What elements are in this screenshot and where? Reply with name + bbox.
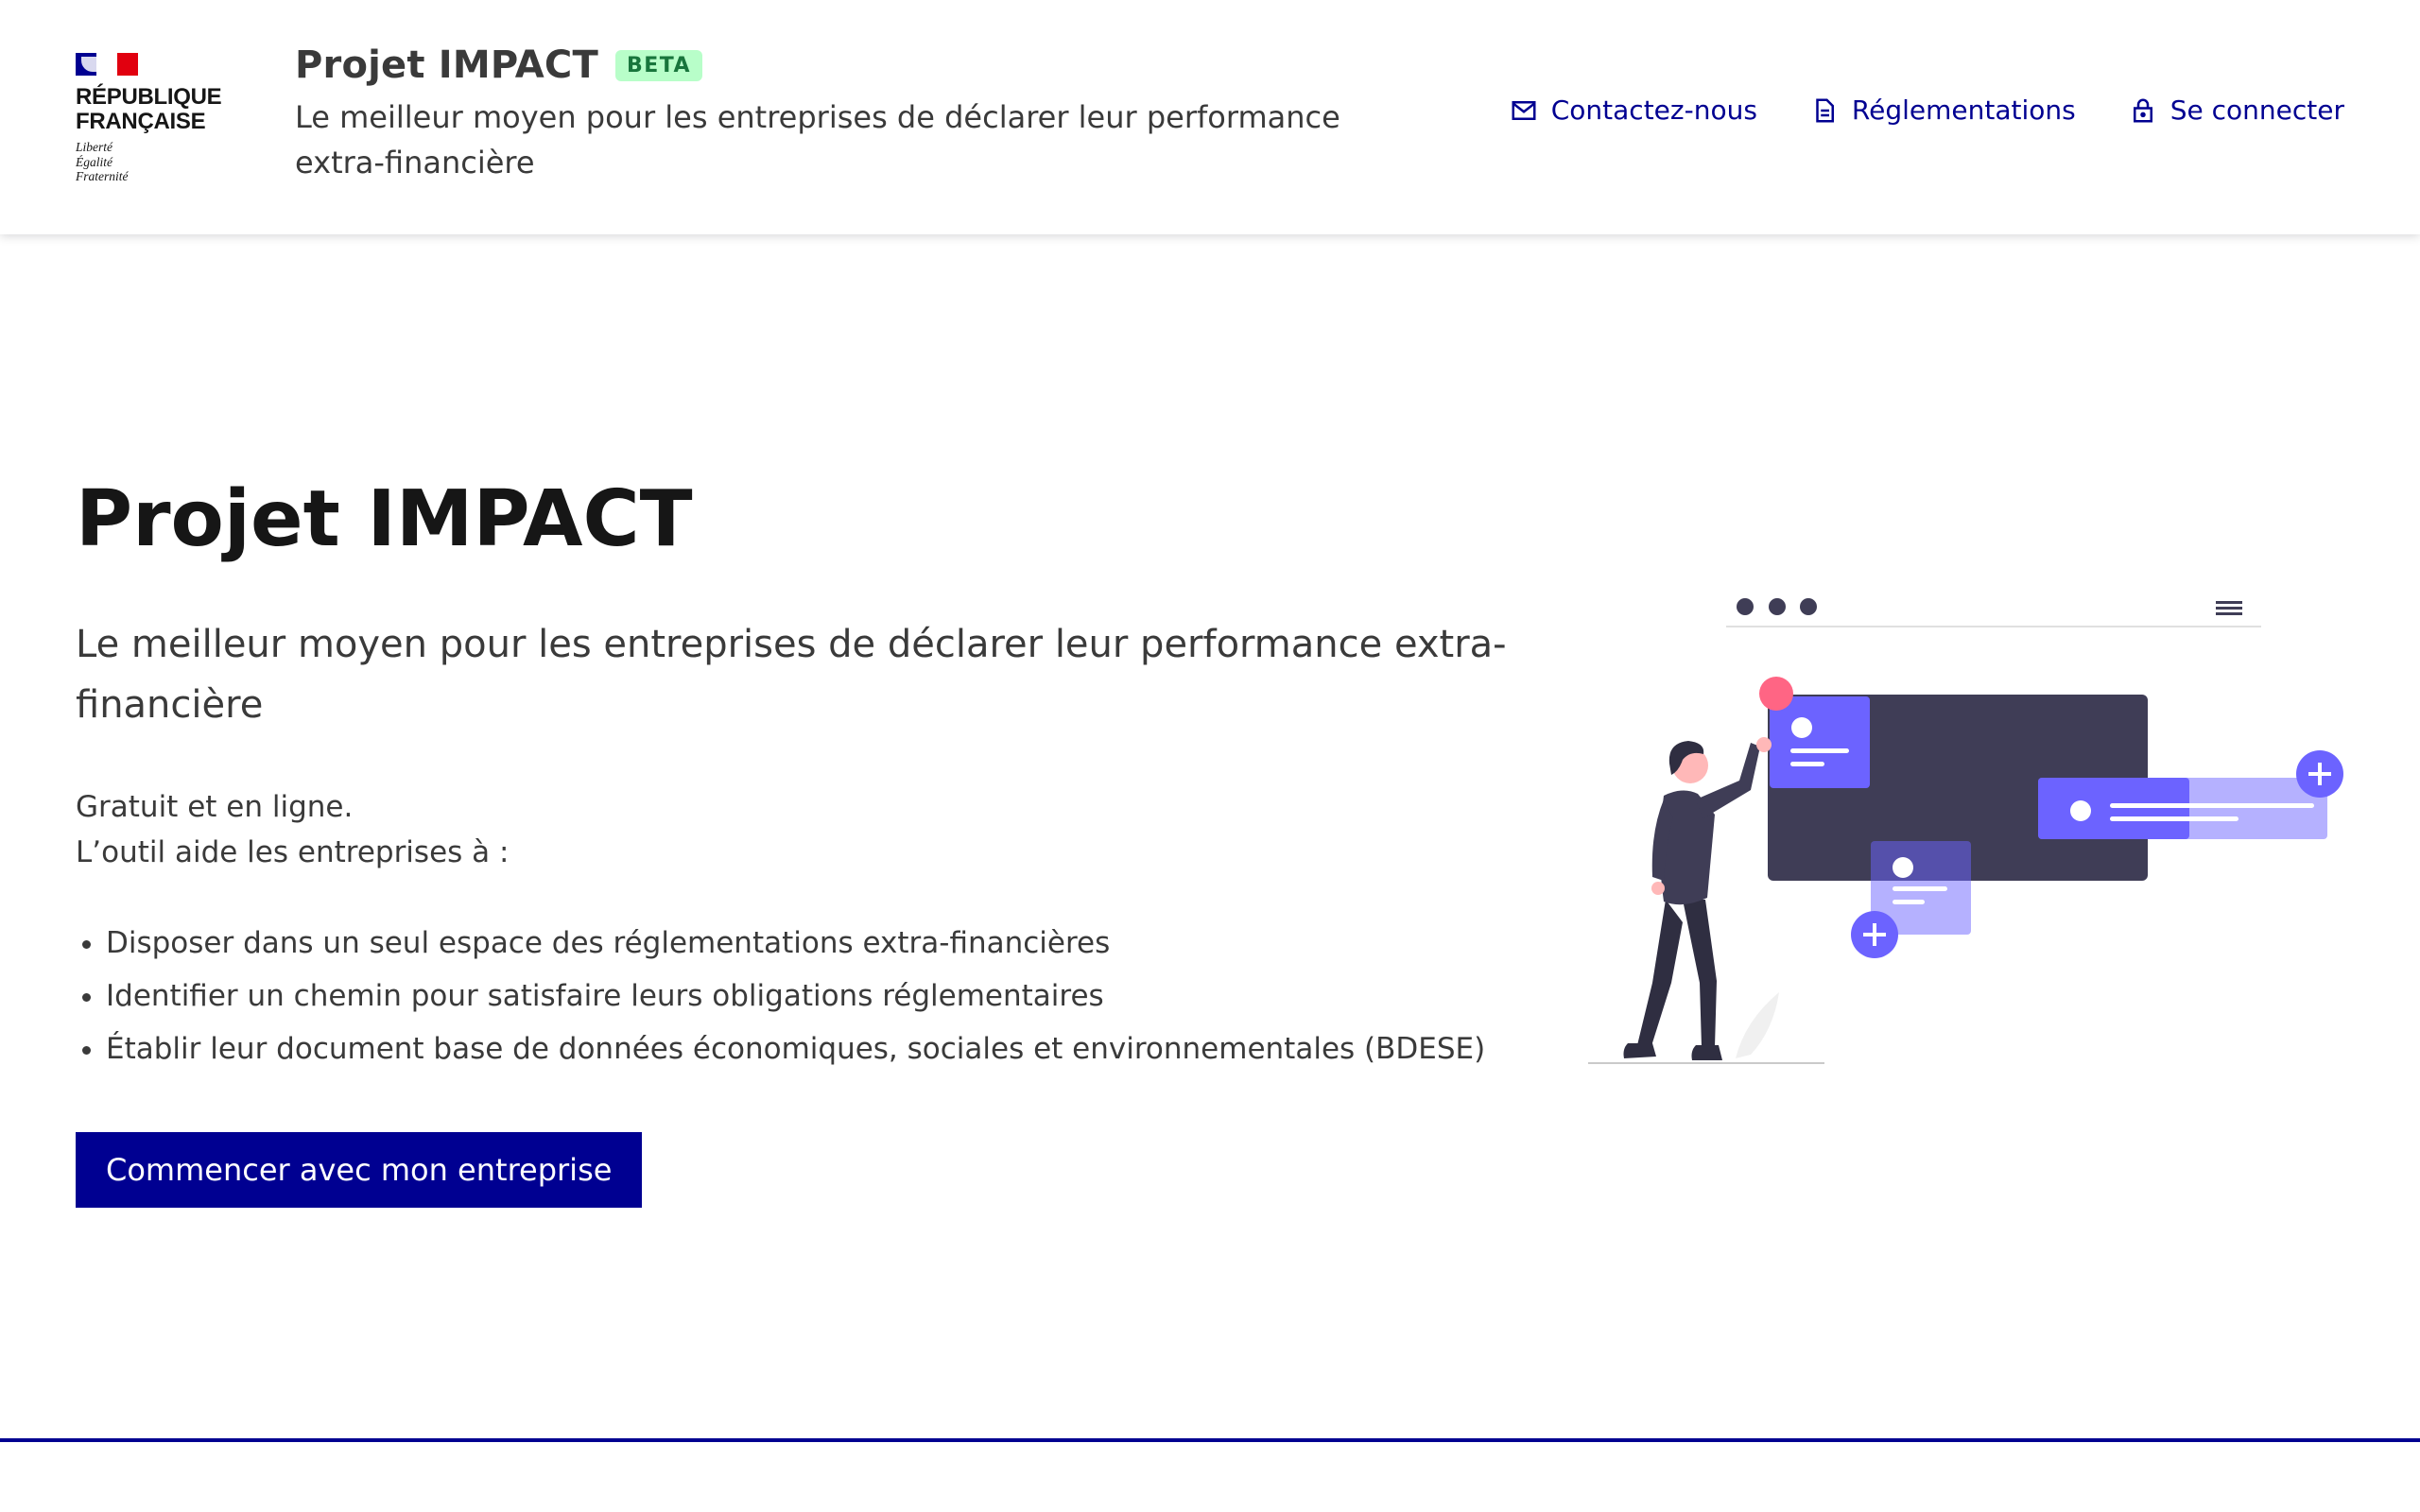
- republique-francaise-logo[interactable]: RÉPUBLIQUE FRANÇAISE Liberté Égalité Fra…: [76, 53, 227, 184]
- service-title[interactable]: Projet IMPACT: [295, 43, 598, 87]
- plant-decoration: [1736, 992, 1779, 1058]
- reglementations-link-label: Réglementations: [1851, 94, 2076, 126]
- login-link[interactable]: Se connecter: [2129, 94, 2344, 126]
- hero-lead: Le meilleur moyen pour les entreprises d…: [76, 623, 1507, 727]
- hero-intro-line: Gratuit et en ligne.: [76, 790, 354, 824]
- hero-intro: Gratuit et en ligne. L’outil aide les en…: [76, 784, 1494, 875]
- service-identity: Projet IMPACT BETA Le meilleur moyen pou…: [295, 43, 1382, 185]
- list-item: Établir leur document base de données éc…: [106, 1022, 1494, 1075]
- french-flag-icon: [76, 53, 138, 76]
- hero-illustration: [1588, 598, 2343, 1064]
- person-illustration: [1623, 737, 1772, 1060]
- start-with-company-button[interactable]: Commencer avec mon entreprise: [76, 1132, 643, 1208]
- contact-link[interactable]: Contactez-nous: [1510, 94, 1757, 126]
- service-tagline: Le meilleur moyen pour les entreprises d…: [295, 99, 1340, 180]
- benefits-list: Disposer dans un seul espace des régleme…: [76, 917, 1494, 1075]
- add-circle-icon: [1851, 911, 1898, 958]
- hero-title: Projet IMPACT: [76, 474, 693, 564]
- add-circle-icon: [2296, 750, 2343, 798]
- profile-card-top: [1770, 696, 1870, 788]
- document-icon: [1810, 96, 1839, 125]
- header-quick-links: Contactez-nous Réglementations Se connec…: [1510, 94, 2344, 126]
- republique-francaise-title: RÉPUBLIQUE FRANÇAISE: [76, 84, 222, 134]
- beta-badge: BETA: [614, 49, 703, 81]
- login-link-label: Se connecter: [2169, 94, 2344, 126]
- list-item: Disposer dans un seul espace des régleme…: [106, 917, 1494, 970]
- hero-intro-line: L’outil aide les entreprises à :: [76, 835, 510, 869]
- list-item: Identifier un chemin pour satisfaire leu…: [106, 970, 1494, 1022]
- contact-link-label: Contactez-nous: [1550, 94, 1757, 126]
- hero-section: Projet IMPACT Le meilleur moyen pour les…: [76, 472, 1507, 1208]
- notification-dot: [1759, 677, 1793, 711]
- footer-border: [0, 1438, 2420, 1442]
- ground-line: [1588, 1062, 1824, 1064]
- reglementations-link[interactable]: Réglementations: [1810, 94, 2076, 126]
- republique-motto: Liberté Égalité Fraternité: [76, 140, 129, 183]
- hamburger-menu-icon: [2216, 601, 2242, 615]
- browser-dots-icon: [1737, 598, 1817, 615]
- profile-card-right: [2038, 778, 2327, 839]
- lock-icon: [2129, 96, 2157, 125]
- site-header: RÉPUBLIQUE FRANÇAISE Liberté Égalité Fra…: [0, 0, 2420, 234]
- mail-icon: [1510, 96, 1538, 125]
- browser-bar-line: [1726, 626, 2261, 627]
